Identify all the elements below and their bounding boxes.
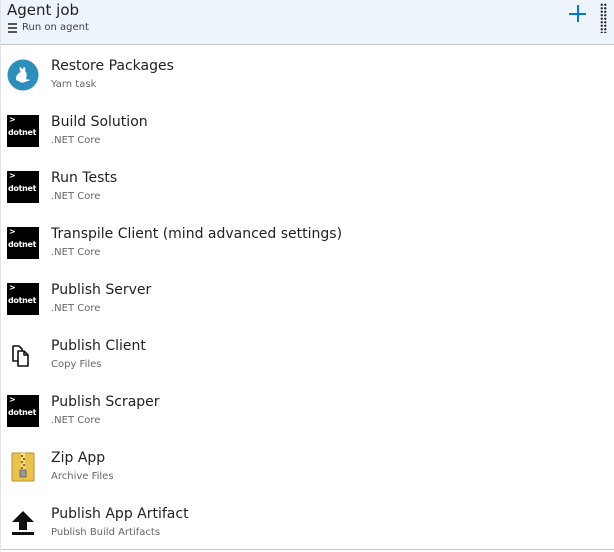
task-name: Run Tests: [51, 170, 118, 186]
dotnet-icon-text: dotnet: [8, 296, 37, 305]
dotnet-icon-text: dotnet: [8, 408, 37, 417]
dotnet-icon: > dotnet: [7, 283, 39, 315]
task-name: Transpile Client (mind advanced settings…: [51, 226, 343, 242]
dotnet-icon: > dotnet: [7, 115, 39, 147]
task-build-solution[interactable]: > dotnet Build Solution .NET Core: [1, 103, 614, 159]
agent-server-icon: [8, 22, 17, 33]
task-restore-packages[interactable]: Restore Packages Yarn task: [1, 47, 614, 103]
task-name: Publish App Artifact: [51, 506, 189, 522]
dotnet-icon: > dotnet: [7, 171, 39, 203]
dotnet-icon-text: dotnet: [8, 184, 37, 193]
task-type: .NET Core: [51, 191, 101, 202]
task-name: Build Solution: [51, 114, 148, 130]
task-list: Restore Packages Yarn task > dotnet Buil…: [1, 47, 614, 551]
pipeline-task-panel: Agent job Run on agent Restore Packages …: [0, 0, 614, 552]
yarn-icon: [7, 59, 39, 91]
task-name: Publish Server: [51, 282, 152, 298]
dotnet-icon-text: dotnet: [8, 240, 37, 249]
task-name: Restore Packages: [51, 58, 174, 74]
task-type: .NET Core: [51, 135, 101, 146]
job-subtitle: Run on agent: [22, 22, 89, 33]
task-publish-server[interactable]: > dotnet Publish Server .NET Core: [1, 271, 614, 327]
upload-arrow-icon: [7, 507, 39, 539]
archive-zip-icon: [7, 451, 39, 483]
task-type: Publish Build Artifacts: [51, 527, 161, 538]
dotnet-icon-text: dotnet: [8, 128, 37, 137]
task-publish-client[interactable]: Publish Client Copy Files: [1, 327, 614, 383]
task-type: .NET Core: [51, 303, 101, 314]
dotnet-icon: > dotnet: [7, 395, 39, 427]
job-subtitle-row: Run on agent: [8, 22, 89, 33]
task-zip-app[interactable]: Zip App Archive Files: [1, 439, 614, 495]
agent-job-header[interactable]: Agent job Run on agent: [1, 0, 614, 45]
copy-files-icon: [7, 339, 39, 371]
task-name: Publish Client: [51, 338, 146, 354]
task-name: Zip App: [51, 450, 106, 466]
drag-handle-icon[interactable]: [600, 3, 607, 33]
dotnet-icon: > dotnet: [7, 227, 39, 259]
job-title: Agent job: [7, 1, 80, 19]
add-task-button[interactable]: [568, 4, 587, 23]
task-type: Archive Files: [51, 471, 114, 482]
task-transpile-client[interactable]: > dotnet Transpile Client (mind advanced…: [1, 215, 614, 271]
list-bottom-divider: [1, 549, 614, 550]
task-publish-app-artifact[interactable]: Publish App Artifact Publish Build Artif…: [1, 495, 614, 551]
task-publish-scraper[interactable]: > dotnet Publish Scraper .NET Core: [1, 383, 614, 439]
task-run-tests[interactable]: > dotnet Run Tests .NET Core: [1, 159, 614, 215]
task-type: .NET Core: [51, 415, 101, 426]
task-type: Yarn task: [51, 79, 97, 90]
task-name: Publish Scraper: [51, 394, 160, 410]
task-type: .NET Core: [51, 247, 101, 258]
task-type: Copy Files: [51, 359, 102, 370]
